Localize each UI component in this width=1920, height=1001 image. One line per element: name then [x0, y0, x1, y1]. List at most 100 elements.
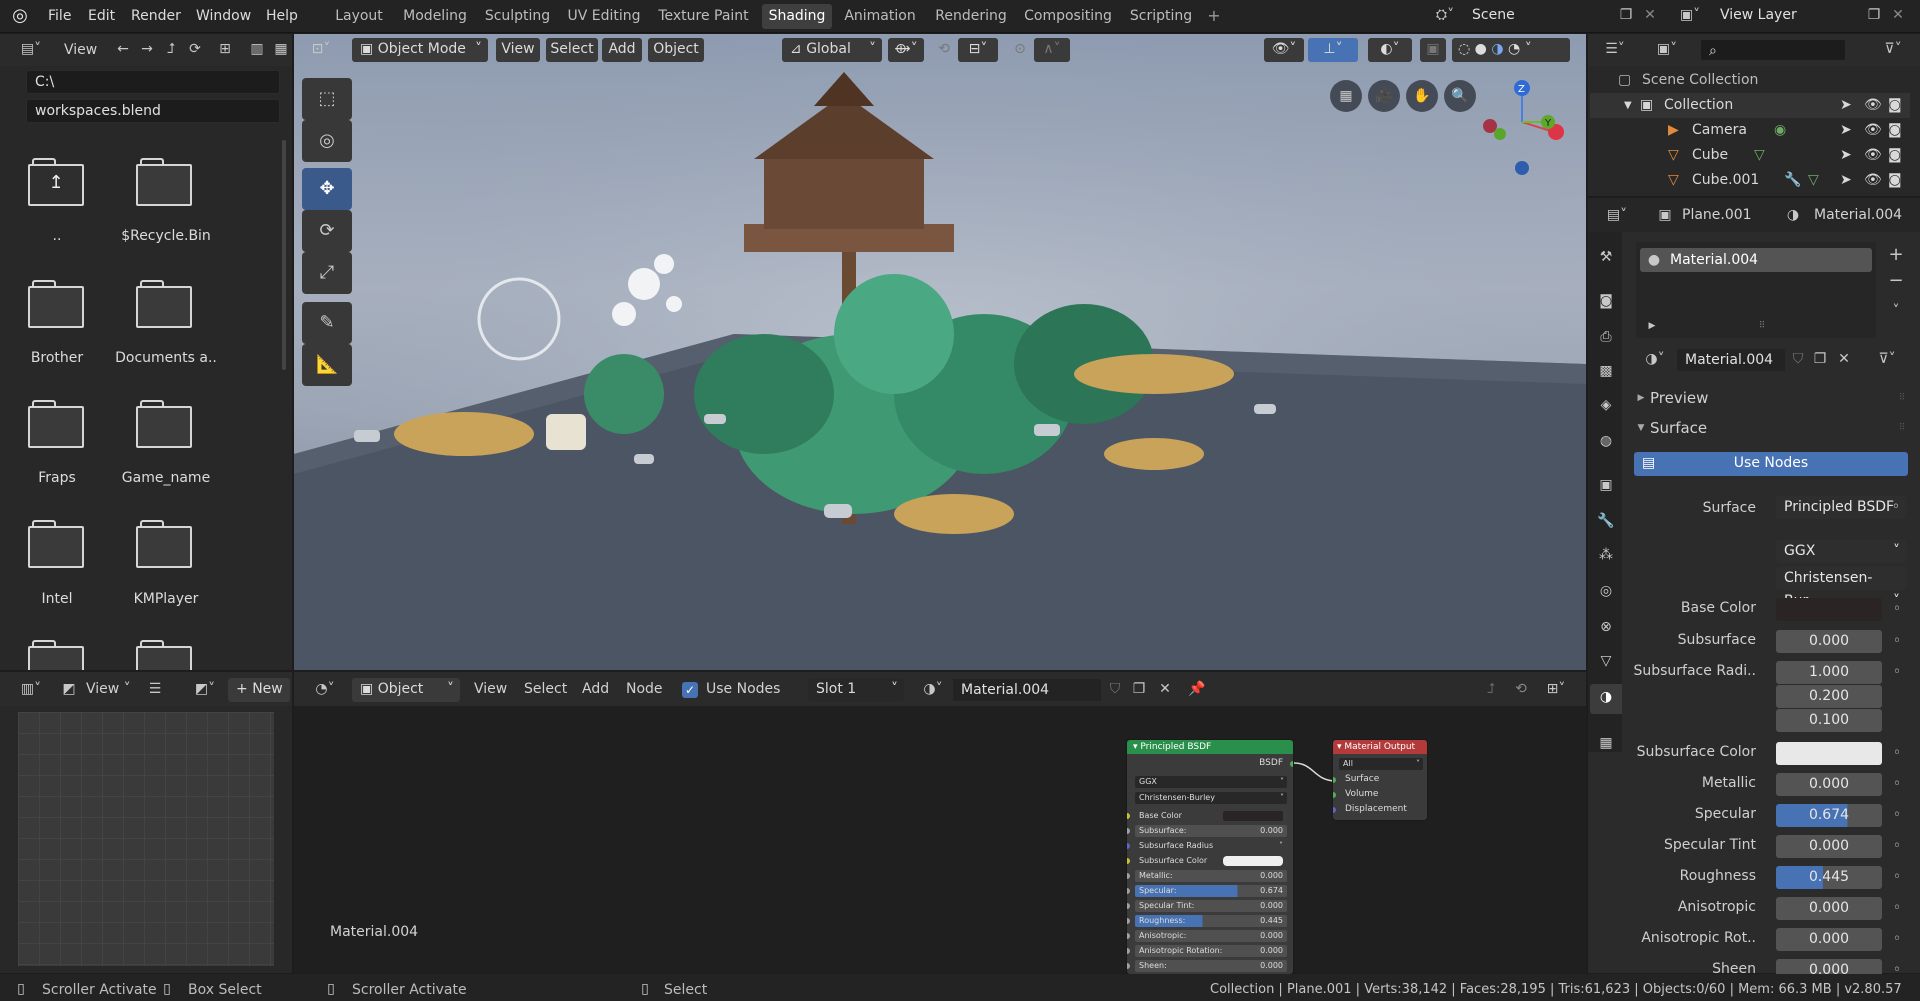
snap-target-dropdown[interactable]: ⊟˅: [958, 38, 998, 62]
socket-dot-icon[interactable]: ◦: [1890, 602, 1904, 616]
output-node-header[interactable]: ▾ Material Output: [1333, 740, 1427, 754]
visibility-eye-icon[interactable]: 👁: [1864, 118, 1882, 143]
pivot-point-dropdown[interactable]: ⟴˅: [888, 38, 924, 62]
outliner-search-input[interactable]: ⌕: [1700, 39, 1846, 61]
cursor-tool[interactable]: ◎: [302, 120, 352, 162]
blender-logo-icon[interactable]: ◎: [10, 7, 30, 27]
slot-specials-icon[interactable]: ˅: [1886, 304, 1906, 318]
material-name-field[interactable]: Material.004: [1676, 348, 1786, 372]
preview-collapse-icon[interactable]: ▶: [1636, 394, 1646, 403]
folder-icon[interactable]: [28, 520, 84, 568]
wireframe-shading-icon[interactable]: ◌: [1458, 41, 1475, 57]
node-node-menu[interactable]: Node: [626, 681, 663, 697]
selectable-icon[interactable]: ➤: [1840, 143, 1852, 168]
parent-node-tree-icon[interactable]: ⮥: [1482, 682, 1500, 696]
duplicate-material-icon[interactable]: ❐: [1130, 682, 1148, 696]
socket-dot-icon[interactable]: ◦: [1890, 901, 1904, 915]
outliner-row-collection[interactable]: ▼ ▣ Collection ➤ 👁 ◙: [1590, 93, 1910, 118]
filename-input[interactable]: workspaces.blend: [26, 99, 280, 123]
folder-icon[interactable]: [136, 640, 192, 670]
rendered-shading-icon[interactable]: ◔: [1508, 41, 1525, 57]
outliner-row-scene-collection[interactable]: ▢ Scene Collection: [1590, 68, 1910, 93]
surface-input-socket[interactable]: [1333, 777, 1336, 783]
bsdf-input-socket[interactable]: [1127, 843, 1130, 849]
socket-dot-icon[interactable]: ◦: [1890, 777, 1904, 791]
object-tab-icon[interactable]: ▣: [1596, 478, 1616, 492]
tab-modeling[interactable]: Modeling: [399, 4, 471, 29]
bsdf-input-row[interactable]: Anisotropic Rotation: 0.000: [1135, 945, 1287, 957]
file-browser-scrollbar[interactable]: [282, 140, 286, 370]
property-field[interactable]: [1776, 598, 1882, 621]
material-browse-icon[interactable]: ◑˅: [918, 682, 948, 696]
shading-mode-group[interactable]: ◌ ● ◑ ◔ ˅: [1452, 38, 1570, 62]
folder-icon[interactable]: [136, 280, 192, 328]
socket-dot-icon[interactable]: ◦: [1890, 870, 1904, 884]
copy-view-layer-icon[interactable]: ❐: [1866, 8, 1882, 22]
object-mode-dropdown[interactable]: ▣ Object Mode ˅: [352, 38, 488, 62]
visibility-eye-icon[interactable]: 👁: [1864, 93, 1882, 118]
fake-user-icon[interactable]: ⛉: [1106, 682, 1124, 696]
render-camera-icon[interactable]: ◙: [1888, 168, 1902, 193]
file-browser-view-menu[interactable]: View: [64, 42, 97, 58]
refresh-icon[interactable]: ⟳: [186, 42, 204, 56]
snap-grid-icon[interactable]: ⊞˅: [1540, 682, 1572, 696]
outliner-editor-type-icon[interactable]: ☰˅: [1598, 42, 1632, 56]
snap-icon[interactable]: ⟲: [934, 42, 954, 56]
camera-data-icon[interactable]: ◉: [1774, 118, 1786, 143]
bsdf-input-row[interactable]: Specular: 0.674: [1135, 885, 1287, 897]
outliner-row-cube[interactable]: ▽ Cube ▽ ➤ 👁 ◙: [1590, 143, 1910, 168]
property-field[interactable]: 0.200: [1776, 685, 1882, 708]
annotate-tool[interactable]: ✎: [302, 302, 352, 344]
unlink-material-icon[interactable]: ✕: [1156, 682, 1174, 696]
surface-expand-icon[interactable]: ▼: [1636, 424, 1646, 433]
node-editor-type-icon[interactable]: ◔˅: [308, 682, 342, 696]
view-layer-field[interactable]: View Layer: [1712, 4, 1860, 29]
pin-icon[interactable]: 📌: [1188, 682, 1206, 696]
directory-path-input[interactable]: C:\: [26, 70, 280, 94]
material-browse-icon[interactable]: ◑˅: [1640, 352, 1670, 366]
gizmo-toggle[interactable]: ⊥˅: [1308, 38, 1358, 62]
material-tab-icon[interactable]: ◑: [1596, 690, 1616, 704]
mesh-data-icon[interactable]: ▽: [1754, 143, 1765, 168]
render-camera-icon[interactable]: ◙: [1888, 143, 1902, 168]
render-camera-icon[interactable]: ◙: [1888, 118, 1902, 143]
menu-edit[interactable]: Edit: [88, 0, 115, 33]
world-tab-icon[interactable]: ◍: [1596, 434, 1616, 448]
surface-shader-field[interactable]: Principled BSDF ◦: [1776, 496, 1906, 519]
property-field[interactable]: 0.000: [1776, 773, 1882, 796]
modifier-wrench-icon[interactable]: 🔧: [1784, 168, 1801, 193]
image-browse-icon[interactable]: ◩˅: [190, 682, 220, 696]
folder-icon[interactable]: [28, 400, 84, 448]
material-shading-icon[interactable]: ◑: [1491, 41, 1508, 57]
particles-tab-icon[interactable]: ⁂: [1596, 548, 1616, 562]
use-nodes-button[interactable]: ▤ Use Nodes: [1634, 452, 1908, 476]
node-select-menu[interactable]: Select: [524, 681, 567, 697]
new-image-button[interactable]: + New: [228, 678, 290, 702]
property-field[interactable]: [1776, 742, 1882, 765]
bsdf-input-socket[interactable]: [1127, 948, 1130, 954]
folder-icon[interactable]: [136, 520, 192, 568]
back-arrow-icon[interactable]: ←: [114, 42, 132, 56]
visibility-dropdown[interactable]: 👁˅: [1264, 38, 1304, 62]
bsdf-distribution-dropdown[interactable]: GGX ˅: [1135, 776, 1287, 788]
image-canvas-grid[interactable]: [18, 712, 274, 966]
shader-type-dropdown[interactable]: ▣ Object ˅: [352, 678, 460, 702]
socket-dot-icon[interactable]: ◦: [1890, 746, 1904, 760]
view-layer-icon[interactable]: ▣˅: [1674, 8, 1706, 22]
sort-icon[interactable]: ▦: [272, 42, 290, 56]
render-camera-icon[interactable]: ◙: [1888, 93, 1902, 118]
viewport-add-menu[interactable]: Add: [602, 38, 642, 62]
new-folder-icon[interactable]: ⊞: [216, 42, 234, 56]
unlink-material-icon[interactable]: ✕: [1836, 352, 1852, 366]
socket-dot-icon[interactable]: ◦: [1890, 808, 1904, 822]
bsdf-input-socket[interactable]: [1127, 888, 1130, 894]
fake-user-icon[interactable]: ⛉: [1790, 352, 1806, 366]
property-field[interactable]: 0.100: [1776, 709, 1882, 732]
distribution-dropdown[interactable]: GGX ˅: [1776, 540, 1906, 563]
select-box-tool[interactable]: ⬚: [302, 78, 352, 120]
transform-orientation-dropdown[interactable]: ⊿ Global ˅: [782, 38, 882, 62]
property-field[interactable]: 1.000: [1776, 661, 1882, 684]
add-slot-icon[interactable]: +: [1886, 246, 1906, 264]
properties-editor-type-icon[interactable]: ▤˅: [1600, 208, 1634, 222]
navigation-gizmo[interactable]: Z Y: [1476, 74, 1566, 184]
